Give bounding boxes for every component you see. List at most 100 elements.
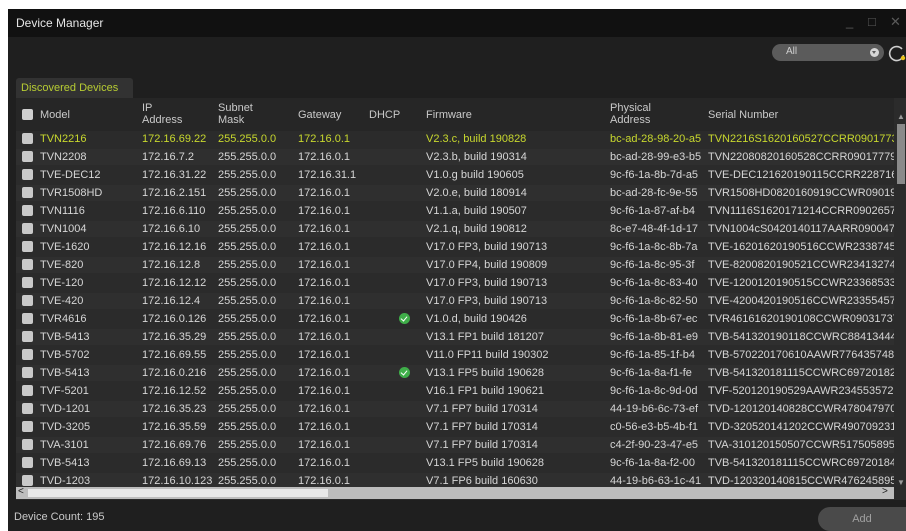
tab-discovered-devices[interactable]: Discovered Devices bbox=[16, 78, 133, 98]
row-checkbox[interactable] bbox=[22, 385, 33, 396]
row-checkbox[interactable] bbox=[22, 205, 33, 216]
cell-model: TVB-5413 bbox=[40, 367, 90, 379]
table-row[interactable]: TVB-5413 172.16.35.29 255.255.0.0 172.16.0.… bbox=[16, 329, 894, 345]
header-model[interactable]: Model bbox=[40, 109, 70, 121]
cell-serial-number: TVN1004cS0420140117AARR0900474 bbox=[708, 223, 894, 235]
maximize-button[interactable]: □ bbox=[868, 14, 876, 29]
row-checkbox[interactable] bbox=[22, 421, 33, 432]
table-row[interactable]: TVB-5413 172.16.0.216 255.255.0.0 172.16.0.… bbox=[16, 365, 894, 381]
row-checkbox[interactable] bbox=[22, 241, 33, 252]
table-row[interactable]: TVR1508HD 172.16.2.151 255.255.0.0 172.16.0… bbox=[16, 185, 894, 201]
cell-firmware: V7.1 FP6 build 160630 bbox=[426, 475, 538, 487]
horizontal-scrollbar[interactable]: < > bbox=[16, 486, 894, 499]
table-row[interactable]: TVA-3101 172.16.69.76 255.255.0.0 172.16.0.… bbox=[16, 437, 894, 453]
scroll-right-icon[interactable]: > bbox=[882, 486, 888, 497]
scroll-up-icon[interactable]: ▲ bbox=[897, 112, 905, 121]
row-checkbox[interactable] bbox=[22, 313, 33, 324]
cell-serial-number: TVB-541320181115CCWRC69720182 bbox=[708, 367, 894, 379]
minimize-button[interactable]: _ bbox=[846, 14, 853, 29]
table-row[interactable]: TVN1004 172.16.6.10 255.255.0.0 172.16.0.1 V… bbox=[16, 221, 894, 237]
cell-serial-number: TVD-120120140828CCWR478047970 bbox=[708, 403, 894, 415]
cell-subnet-mask: 255.255.0.0 bbox=[218, 295, 277, 307]
cell-firmware: V2.3.b, build 190314 bbox=[426, 151, 527, 163]
table-body: TVN2216 172.16.69.22 255.255.0.0 172.16.0.1… bbox=[16, 131, 894, 487]
header-serial-number[interactable]: Serial Number bbox=[708, 109, 778, 121]
cell-ip-address: 172.16.10.123 bbox=[142, 475, 213, 487]
cell-gateway: 172.16.0.1 bbox=[298, 331, 350, 343]
cell-ip-address: 172.16.35.23 bbox=[142, 403, 207, 415]
header-physical-address[interactable]: Physical Address bbox=[610, 102, 670, 126]
row-checkbox[interactable] bbox=[22, 187, 33, 198]
row-checkbox[interactable] bbox=[22, 331, 33, 342]
table-row[interactable]: TVD-1201 172.16.35.23 255.255.0.0 172.16.0.… bbox=[16, 401, 894, 417]
cell-serial-number: TVR1508HD0820160919CCWR090190 bbox=[708, 187, 894, 199]
row-checkbox[interactable] bbox=[22, 277, 33, 288]
table-row[interactable]: TVB-5413 172.16.69.13 255.255.0.0 172.16.0.… bbox=[16, 455, 894, 471]
hscroll-thumb[interactable] bbox=[28, 489, 328, 497]
header-firmware[interactable]: Firmware bbox=[426, 109, 472, 121]
cell-gateway: 172.16.0.1 bbox=[298, 151, 350, 163]
row-checkbox[interactable] bbox=[22, 223, 33, 234]
scroll-down-icon[interactable]: ▼ bbox=[897, 478, 905, 487]
chevron-down-icon bbox=[870, 48, 879, 57]
cell-firmware: V17.0 FP4, build 190809 bbox=[426, 259, 548, 271]
cell-gateway: 172.16.0.1 bbox=[298, 385, 350, 397]
vertical-scrollbar[interactable]: ▲ ▼ bbox=[896, 112, 906, 487]
cell-firmware: V7.1 FP7 build 170314 bbox=[426, 403, 538, 415]
cell-serial-number: TVB-541320190118CCWRC88413444 bbox=[708, 331, 894, 343]
table-row[interactable]: TVE-120 172.16.12.12 255.255.0.0 172.16.0.1… bbox=[16, 275, 894, 291]
table-row[interactable]: TVD-3205 172.16.35.59 255.255.0.0 172.16.0.… bbox=[16, 419, 894, 435]
table-row[interactable]: TVD-1203 172.16.10.123 255.255.0.0 172.16.0… bbox=[16, 473, 894, 487]
device-manager-window: Device Manager _ □ ✕ All Discovered Devi… bbox=[8, 9, 906, 531]
cell-serial-number: TVR46161620190108CCWR090317373 bbox=[708, 313, 894, 325]
cell-serial-number: TVE-16201620190516CCWR2338745150 bbox=[708, 241, 894, 253]
table-row[interactable]: TVN2208 172.16.7.2 255.255.0.0 172.16.0.1 V2… bbox=[16, 149, 894, 165]
scroll-thumb[interactable] bbox=[897, 124, 905, 184]
table-row[interactable]: TVB-5702 172.16.69.55 255.255.0.0 172.16.0.… bbox=[16, 347, 894, 363]
header-ip-address[interactable]: IP Address bbox=[142, 102, 190, 126]
cell-subnet-mask: 255.255.0.0 bbox=[218, 457, 277, 469]
row-checkbox[interactable] bbox=[22, 475, 33, 486]
cell-firmware: V16.1 FP1 build 190621 bbox=[426, 385, 545, 397]
cell-serial-number: TVE-DEC121620190115CCRR2287160 bbox=[708, 169, 894, 181]
header-gateway[interactable]: Gateway bbox=[298, 109, 341, 121]
refresh-icon[interactable] bbox=[888, 44, 906, 62]
row-checkbox[interactable] bbox=[22, 169, 33, 180]
cell-serial-number: TVB-570220170610AAWR776435748 bbox=[708, 349, 894, 361]
scroll-left-icon[interactable]: < bbox=[18, 486, 24, 497]
table-row[interactable]: TVE-420 172.16.12.4 255.255.0.0 172.16.0.1 V… bbox=[16, 293, 894, 309]
table-row[interactable]: TVN1116 172.16.6.110 255.255.0.0 172.16.0.1… bbox=[16, 203, 894, 219]
table-row[interactable]: TVN2216 172.16.69.22 255.255.0.0 172.16.0.1… bbox=[16, 131, 894, 147]
window-title: Device Manager bbox=[16, 16, 104, 30]
row-checkbox[interactable] bbox=[22, 367, 33, 378]
row-checkbox[interactable] bbox=[22, 439, 33, 450]
device-filter-select[interactable]: All bbox=[772, 44, 884, 61]
table-row[interactable]: TVE-DEC12 172.16.31.22 255.255.0.0 172.16.3… bbox=[16, 167, 894, 183]
table-row[interactable]: TVF-5201 172.16.12.52 255.255.0.0 172.16.0.… bbox=[16, 383, 894, 399]
add-button[interactable]: Add bbox=[818, 507, 906, 531]
device-count-label: Device Count: 195 bbox=[14, 511, 105, 523]
table-row[interactable]: TVR4616 172.16.0.126 255.255.0.0 172.16.0.1… bbox=[16, 311, 894, 327]
cell-model: TVB-5413 bbox=[40, 457, 90, 469]
cell-firmware: V17.0 FP3, build 190713 bbox=[426, 277, 548, 289]
header-dhcp[interactable]: DHCP bbox=[369, 109, 400, 121]
table-header: Model IP Address Subnet Mask Gateway DHC… bbox=[16, 98, 894, 131]
row-checkbox[interactable] bbox=[22, 133, 33, 144]
row-checkbox[interactable] bbox=[22, 151, 33, 162]
table-row[interactable]: TVE-820 172.16.12.8 255.255.0.0 172.16.0.1 V… bbox=[16, 257, 894, 273]
cell-gateway: 172.16.0.1 bbox=[298, 205, 350, 217]
cell-firmware: V2.3.c, build 190828 bbox=[426, 133, 527, 145]
cell-physical-address: 9c-f6-1a-85-1f-b4 bbox=[610, 349, 695, 361]
row-checkbox[interactable] bbox=[22, 349, 33, 360]
row-checkbox[interactable] bbox=[22, 295, 33, 306]
row-checkbox[interactable] bbox=[22, 259, 33, 270]
row-checkbox[interactable] bbox=[22, 457, 33, 468]
close-button[interactable]: ✕ bbox=[890, 14, 901, 30]
header-subnet-mask[interactable]: Subnet Mask bbox=[218, 102, 266, 126]
cell-ip-address: 172.16.35.29 bbox=[142, 331, 207, 343]
table-row[interactable]: TVE-1620 172.16.12.16 255.255.0.0 172.16.0.… bbox=[16, 239, 894, 255]
select-all-checkbox[interactable] bbox=[22, 109, 33, 120]
cell-gateway: 172.16.0.1 bbox=[298, 187, 350, 199]
row-checkbox[interactable] bbox=[22, 403, 33, 414]
cell-gateway: 172.16.0.1 bbox=[298, 367, 350, 379]
